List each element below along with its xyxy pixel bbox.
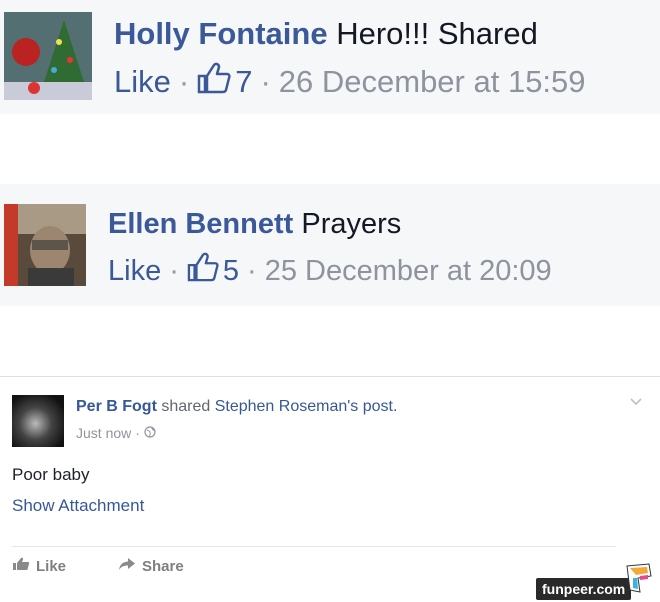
post-time[interactable]: Just now bbox=[76, 425, 131, 441]
avatar[interactable] bbox=[4, 12, 92, 100]
timestamp[interactable]: 26 December at 15:59 bbox=[279, 64, 586, 100]
post-header: Per B Fogt shared Stephen Roseman's post… bbox=[76, 398, 397, 416]
comment-author[interactable]: Ellen Bennett bbox=[108, 208, 293, 240]
separator: · bbox=[169, 254, 179, 287]
separator: · bbox=[247, 254, 257, 287]
comment-meta: Like · 7 · 26 December at 15:59 bbox=[114, 62, 586, 102]
like-count[interactable]: 5 bbox=[223, 255, 239, 288]
share-button[interactable]: Share bbox=[118, 557, 184, 575]
comment-text-line: Holly Fontaine Hero!!! Shared bbox=[114, 16, 538, 52]
post-body: Poor baby bbox=[12, 465, 90, 484]
like-button[interactable]: Like bbox=[12, 557, 66, 575]
timestamp[interactable]: 25 December at 20:09 bbox=[265, 255, 552, 288]
chevron-down-icon[interactable] bbox=[628, 394, 644, 412]
comment-text: Hero!!! Shared bbox=[336, 16, 538, 51]
watermark: funpeer.com bbox=[536, 578, 632, 600]
share-icon bbox=[118, 557, 136, 575]
show-attachment-link[interactable]: Show Attachment bbox=[12, 496, 144, 516]
shared-text: shared bbox=[161, 398, 211, 415]
funpeer-logo-icon bbox=[624, 562, 654, 599]
comment-meta: Like · 5 · 25 December at 20:09 bbox=[108, 252, 552, 290]
divider bbox=[12, 546, 616, 547]
post-meta: Just now · bbox=[76, 425, 156, 441]
post-author[interactable]: Per B Fogt bbox=[76, 398, 157, 415]
comment-holly: Holly Fontaine Hero!!! Shared Like · 7 ·… bbox=[0, 0, 660, 114]
like-icon bbox=[12, 557, 30, 575]
globe-icon bbox=[144, 425, 156, 441]
comment-author[interactable]: Holly Fontaine bbox=[114, 16, 328, 51]
share-label: Share bbox=[142, 557, 184, 575]
like-label: Like bbox=[36, 557, 67, 575]
thumbs-up-icon bbox=[187, 252, 219, 290]
separator: · bbox=[260, 64, 271, 99]
separator: · bbox=[178, 64, 190, 99]
separator: · bbox=[135, 425, 140, 441]
comment-text: Prayers bbox=[301, 208, 402, 240]
like-link[interactable]: Like bbox=[108, 255, 161, 288]
avatar[interactable] bbox=[4, 204, 86, 286]
like-link[interactable]: Like bbox=[114, 64, 171, 100]
comment-text-line: Ellen Bennett Prayers bbox=[108, 208, 401, 241]
thumbs-up-icon bbox=[197, 62, 231, 102]
avatar[interactable] bbox=[12, 395, 64, 447]
like-count[interactable]: 7 bbox=[235, 64, 252, 100]
shared-post-link[interactable]: Stephen Roseman's post. bbox=[215, 398, 398, 415]
